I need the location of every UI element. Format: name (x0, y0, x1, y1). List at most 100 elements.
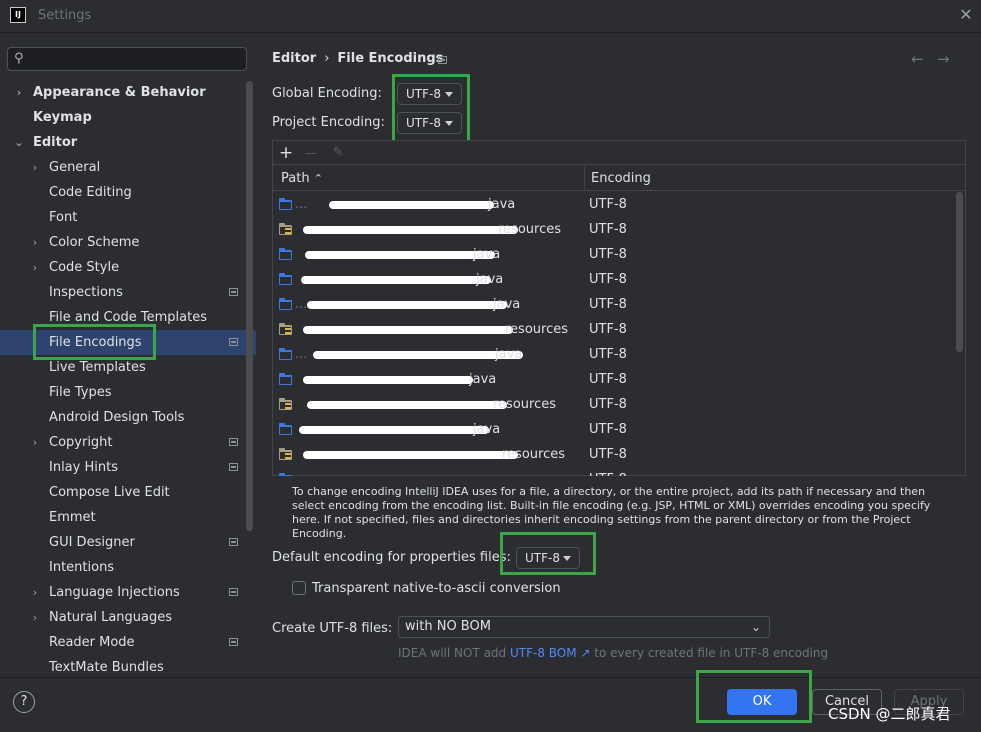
sidebar-item-code-style[interactable]: › Code Style (0, 255, 256, 280)
encoding-cell[interactable]: UTF-8 (589, 342, 627, 367)
table-row[interactable]: java UTF-8 (273, 267, 956, 292)
path-suffix: resources (502, 447, 566, 462)
redaction-mark (305, 251, 495, 259)
forward-arrow-icon[interactable]: → (937, 50, 950, 68)
path-suffix: java (473, 247, 501, 262)
encoding-cell[interactable]: UTF-8 (589, 292, 627, 317)
sidebar-item-code-editing[interactable]: Code Editing (0, 180, 256, 205)
close-icon[interactable]: ✕ (957, 6, 975, 24)
sidebar-item-label: Emmet (49, 510, 96, 525)
sidebar-item-editor[interactable]: ⌄ Editor (0, 130, 256, 155)
encoding-cell[interactable]: UTF-8 (589, 192, 627, 217)
encoding-cell[interactable]: UTF-8 (589, 242, 627, 267)
chevron-down-icon[interactable]: ⌄ (13, 130, 25, 155)
native-to-ascii-checkbox[interactable] (292, 581, 306, 595)
sidebar-item-font[interactable]: Font (0, 205, 256, 230)
table-row[interactable]: resources UTF-8 (273, 442, 956, 467)
table-row[interactable]: ... java UTF-8 (273, 192, 956, 217)
table-row[interactable]: UTF-8 (273, 467, 956, 476)
native-to-ascii-label[interactable]: Transparent native-to-ascii conversion (312, 581, 561, 596)
encoding-cell[interactable]: UTF-8 (589, 367, 627, 392)
sidebar-item-label: Intentions (49, 560, 115, 575)
sidebar-item-appearance-behavior[interactable]: › Appearance & Behavior (0, 80, 256, 105)
sidebar-item-compose-live-edit[interactable]: Compose Live Edit (0, 480, 256, 505)
back-arrow-icon[interactable]: ← (911, 50, 924, 68)
utf8-bom-link[interactable]: UTF-8 BOM ↗ (510, 646, 590, 660)
encoding-cell[interactable]: UTF-8 (589, 392, 627, 417)
chevron-right-icon[interactable]: › (29, 230, 41, 255)
chevron-right-icon[interactable]: › (13, 80, 25, 105)
chevron-right-icon[interactable]: › (29, 430, 41, 455)
table-row[interactable]: resources UTF-8 (273, 217, 956, 242)
source-folder-icon (279, 273, 292, 285)
sidebar-item-label: Inspections (49, 285, 123, 300)
encoding-cell[interactable]: UTF-8 (589, 442, 627, 467)
path-suffix: resources (493, 397, 557, 412)
bom-hint: IDEA will NOT add UTF-8 BOM ↗ to every c… (398, 646, 828, 660)
project-encoding-label: Project Encoding: (272, 115, 385, 130)
breadcrumb-separator: › (324, 51, 330, 66)
edit-path-icon[interactable]: ✎ (327, 142, 349, 164)
column-divider[interactable] (584, 166, 585, 191)
sidebar-item-reader-mode[interactable]: Reader Mode (0, 630, 256, 655)
sidebar-item-inlay-hints[interactable]: Inlay Hints (0, 455, 256, 480)
sidebar-item-general[interactable]: › General (0, 155, 256, 180)
chevron-right-icon[interactable]: › (29, 605, 41, 630)
table-row[interactable]: java UTF-8 (273, 242, 956, 267)
sidebar-item-inspections[interactable]: Inspections (0, 280, 256, 305)
settings-search[interactable]: ⚲ (7, 47, 247, 71)
sidebar-item-natural-languages[interactable]: › Natural Languages (0, 605, 256, 630)
table-body: ... java UTF-8 resources UTF-8 java UTF-8 java U… (273, 192, 956, 476)
sidebar-item-gui-designer[interactable]: GUI Designer (0, 530, 256, 555)
help-icon[interactable]: ? (13, 691, 35, 713)
remove-path-icon[interactable]: — (300, 142, 322, 164)
highlight-properties-combo (500, 532, 596, 575)
sidebar-item-color-scheme[interactable]: › Color Scheme (0, 230, 256, 255)
sidebar-scrollbar[interactable] (246, 81, 253, 531)
bom-combo[interactable]: with NO BOM ⌄ (398, 616, 770, 638)
table-scrollbar[interactable] (956, 192, 963, 352)
settings-tree: › Appearance & Behavior Keymap ⌄ Editor › Gene… (0, 80, 256, 680)
sidebar-item-intentions[interactable]: Intentions (0, 555, 256, 580)
sort-ascending-icon: ⌃ (313, 172, 323, 185)
path-column-header[interactable]: Path ⌃ (281, 166, 323, 191)
table-row[interactable]: java UTF-8 (273, 367, 956, 392)
table-row[interactable]: ... java UTF-8 (273, 342, 956, 367)
encoding-cell[interactable]: UTF-8 (589, 317, 627, 342)
sidebar-item-label: General (49, 160, 101, 175)
properties-encoding-label: Default encoding for properties files: (272, 550, 511, 565)
sidebar-item-language-injections[interactable]: › Language Injections (0, 580, 256, 605)
sidebar-item-emmet[interactable]: Emmet (0, 505, 256, 530)
chevron-right-icon[interactable]: › (29, 155, 41, 180)
redaction-mark (307, 401, 507, 409)
encoding-cell[interactable]: UTF-8 (589, 217, 627, 242)
add-path-icon[interactable]: + (275, 142, 297, 164)
breadcrumb-parent[interactable]: Editor (272, 51, 316, 66)
sidebar-item-label: Font (49, 210, 78, 225)
source-folder-icon (279, 198, 292, 210)
encoding-cell[interactable]: UTF-8 (589, 467, 627, 476)
source-folder-icon (279, 248, 292, 260)
file-encodings-panel: Editor › File Encodings ← → Global Encodin… (256, 34, 981, 677)
chevron-right-icon[interactable]: › (29, 255, 41, 280)
encoding-column-header[interactable]: Encoding (591, 166, 651, 191)
source-folder-icon (279, 348, 292, 360)
encoding-cell[interactable]: UTF-8 (589, 267, 627, 292)
table-row[interactable]: java UTF-8 (273, 417, 956, 442)
encoding-cell[interactable]: UTF-8 (589, 417, 627, 442)
table-row[interactable]: ... java UTF-8 (273, 292, 956, 317)
search-input[interactable] (34, 50, 239, 68)
sidebar-item-file-types[interactable]: File Types (0, 380, 256, 405)
window-title: Settings (38, 8, 92, 23)
resources-folder-icon (279, 448, 292, 460)
project-settings-icon (229, 338, 238, 346)
project-settings-icon (229, 638, 238, 646)
table-row[interactable]: resources UTF-8 (273, 392, 956, 417)
sidebar-item-label: Keymap (33, 110, 92, 125)
sidebar-item-android-design-tools[interactable]: Android Design Tools (0, 405, 256, 430)
sidebar-item-keymap[interactable]: Keymap (0, 105, 256, 130)
chevron-down-icon: ⌄ (750, 620, 761, 634)
table-row[interactable]: resources UTF-8 (273, 317, 956, 342)
sidebar-item-copyright[interactable]: › Copyright (0, 430, 256, 455)
chevron-right-icon[interactable]: › (29, 580, 41, 605)
